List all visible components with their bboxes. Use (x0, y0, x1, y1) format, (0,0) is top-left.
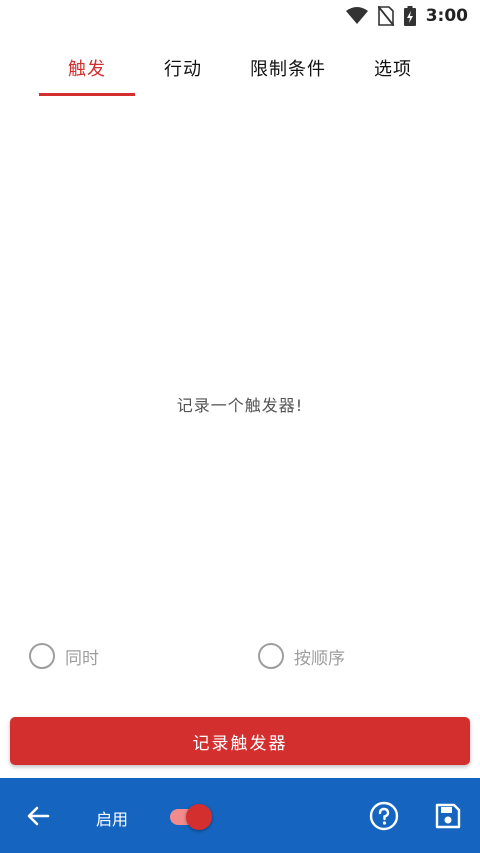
radio-sequential[interactable]: 按顺序 (258, 640, 345, 672)
radio-circle-icon[interactable] (29, 643, 55, 669)
bottom-app-bar: 启用 (0, 778, 480, 853)
save-icon[interactable] (434, 802, 462, 830)
radio-label: 同时 (65, 648, 99, 669)
tab-constraints[interactable]: 限制条件 (236, 40, 340, 96)
record-trigger-button[interactable]: 记录触发器 (10, 717, 470, 765)
no-sim-icon (377, 6, 394, 26)
tab-triggers[interactable]: 触发 (39, 40, 135, 96)
radio-circle-icon[interactable] (258, 643, 284, 669)
empty-state-message: 记录一个触发器! (176, 396, 304, 415)
tab-label: 行动 (164, 59, 202, 80)
enable-label: 启用 (96, 810, 129, 829)
clock: 3:00 (425, 6, 468, 26)
tab-label: 选项 (374, 59, 412, 80)
tab-label: 触发 (68, 59, 106, 80)
back-arrow-icon[interactable] (22, 800, 54, 832)
switch-thumb (186, 804, 212, 830)
tab-options[interactable]: 选项 (352, 40, 434, 96)
wifi-icon (345, 7, 368, 24)
tab-label: 限制条件 (250, 59, 326, 80)
help-icon[interactable] (369, 801, 399, 831)
status-bar: 3:00 (0, 0, 480, 32)
radio-simultaneous[interactable]: 同时 (29, 640, 99, 672)
tab-actions[interactable]: 行动 (143, 40, 223, 96)
battery-charging-icon (403, 6, 416, 26)
enable-switch[interactable] (170, 801, 214, 831)
radio-label: 按顺序 (294, 648, 345, 669)
tab-bar: 触发 行动 限制条件 选项 (0, 40, 480, 96)
